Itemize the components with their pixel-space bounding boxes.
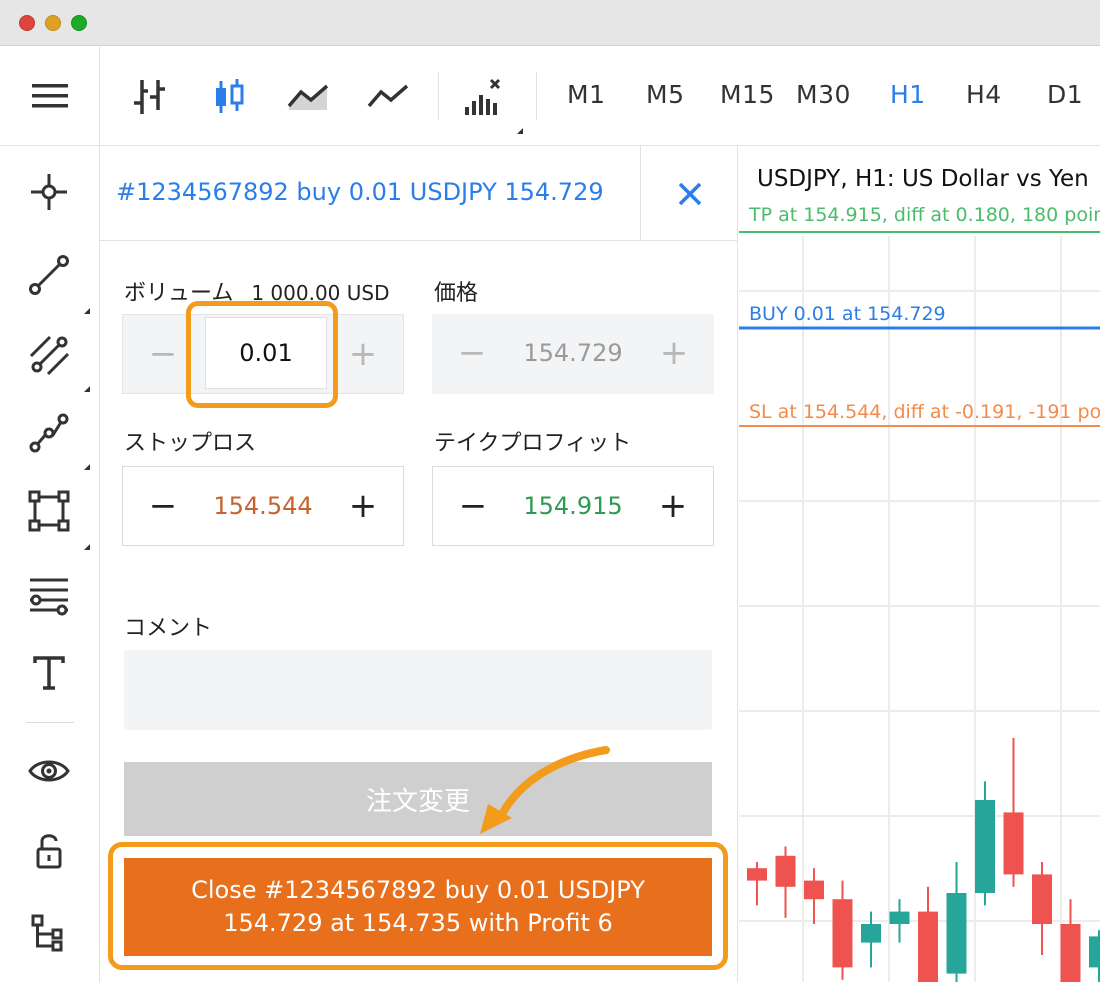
trend-line-tool[interactable] [24, 250, 74, 300]
close-icon [678, 182, 701, 205]
text-icon [33, 656, 65, 690]
lock-tool[interactable] [24, 826, 74, 876]
eye-icon [28, 760, 70, 782]
candle-body [861, 924, 881, 943]
window-titlebar [0, 0, 1100, 46]
trend-line-icon [29, 255, 69, 295]
order-panel: #1234567892 buy 0.01 USDJPY 154.729 ボリュー… [100, 146, 738, 982]
bar-chart-button[interactable] [126, 74, 172, 120]
timeframe-m15[interactable]: M15 [720, 80, 775, 109]
candle-body [747, 868, 767, 881]
chart-area[interactable]: USDJPY, H1: US Dollar vs Yen TP at 154.9… [739, 146, 1100, 982]
area-chart-button[interactable] [286, 74, 332, 120]
ohlc-bars-icon [134, 80, 165, 114]
comment-input[interactable] [124, 650, 712, 730]
close-button-highlight-frame [108, 842, 728, 970]
take-profit-stepper: − 154.915 + [432, 466, 714, 546]
stop-loss-decrease-button[interactable]: − [123, 467, 203, 545]
candle-body [975, 800, 995, 893]
candle-body [1089, 936, 1100, 968]
unlock-icon [36, 834, 62, 869]
take-profit-increase-button[interactable]: + [633, 467, 713, 545]
stop-loss-label: ストップロス [124, 431, 257, 456]
indicators-button[interactable] [460, 74, 506, 120]
candle-body [804, 880, 824, 900]
menu-button[interactable] [0, 46, 100, 146]
chart-grid [739, 231, 1100, 982]
crosshair-icon [31, 174, 67, 210]
minimize-window-button[interactable] [45, 15, 61, 31]
take-profit-label: テイクプロフィット [434, 431, 632, 456]
candle-body [889, 911, 910, 924]
candle-body [775, 855, 796, 887]
indicators-icon [465, 78, 501, 115]
channel-tool[interactable] [24, 330, 74, 380]
take-profit-decrease-button[interactable]: − [433, 467, 513, 545]
pointer-arrow-icon [480, 746, 610, 834]
timeframe-h4[interactable]: H4 [966, 80, 1002, 109]
take-profit-input[interactable]: 154.915 [513, 467, 633, 545]
stop-loss-line-label: SL at 154.544, diff at -0.191, -191 poin… [749, 401, 1100, 423]
polyline-tool[interactable] [24, 408, 74, 458]
candle-body [1060, 924, 1081, 982]
candlestick-icon [216, 79, 244, 113]
timeframe-m1[interactable]: M1 [567, 80, 605, 109]
price-label: 価格 [434, 281, 479, 306]
maximize-window-button[interactable] [71, 15, 87, 31]
timeframe-d1[interactable]: D1 [1047, 80, 1083, 109]
polyline-icon [29, 413, 69, 453]
stop-loss-increase-button[interactable]: + [323, 467, 403, 545]
order-title: #1234567892 buy 0.01 USDJPY 154.729 [116, 178, 604, 206]
comment-label: コメント [124, 616, 213, 641]
fibonacci-tool[interactable] [24, 570, 74, 620]
order-panel-header: #1234567892 buy 0.01 USDJPY 154.729 [100, 146, 738, 241]
stop-loss-input[interactable]: 154.544 [203, 467, 323, 545]
close-panel-button[interactable] [640, 146, 738, 241]
crosshair-tool[interactable] [24, 167, 74, 217]
timeframe-m30[interactable]: M30 [796, 80, 851, 109]
object-tree-tool[interactable] [24, 908, 74, 958]
text-tool[interactable] [24, 648, 74, 698]
shape-tool[interactable] [24, 486, 74, 536]
candle-body [918, 911, 938, 982]
rectangle-shape-icon [28, 490, 70, 532]
price-input[interactable]: 154.729 [512, 314, 634, 392]
volume-highlight-frame [186, 301, 338, 408]
price-increase-button[interactable]: + [634, 314, 714, 392]
object-tree-icon [31, 914, 63, 952]
close-window-button[interactable] [19, 15, 35, 31]
candle-body [832, 899, 853, 968]
price-stepper: − 154.729 + [432, 314, 714, 394]
visibility-tool[interactable] [24, 746, 74, 796]
drawing-toolbar [0, 146, 100, 982]
candle-body [1032, 874, 1052, 924]
timeframe-m5[interactable]: M5 [646, 80, 684, 109]
stop-loss-stepper: − 154.544 + [122, 466, 404, 546]
candlestick-chart-button[interactable] [206, 74, 252, 120]
take-profit-line-label: TP at 154.915, diff at 0.180, 180 points [749, 204, 1100, 226]
line-chart-button[interactable] [366, 74, 412, 120]
line-chart-icon [367, 84, 409, 108]
price-decrease-button[interactable]: − [432, 314, 512, 392]
timeframe-h1[interactable]: H1 [890, 80, 926, 109]
modify-order-button[interactable]: 注文変更 [124, 762, 712, 836]
candle-body [946, 893, 967, 974]
candle-body [1003, 812, 1024, 875]
chart-title: USDJPY, H1: US Dollar vs Yen [757, 166, 1089, 192]
fibonacci-lines-icon [30, 578, 68, 616]
area-chart-icon [287, 84, 329, 110]
top-toolbar: M1 M5 M15 M30 H1 H4 D1 [0, 46, 1100, 146]
buy-line-label: BUY 0.01 at 154.729 [749, 303, 946, 325]
parallel-channel-icon [29, 335, 70, 376]
hamburger-menu-icon [31, 84, 68, 108]
